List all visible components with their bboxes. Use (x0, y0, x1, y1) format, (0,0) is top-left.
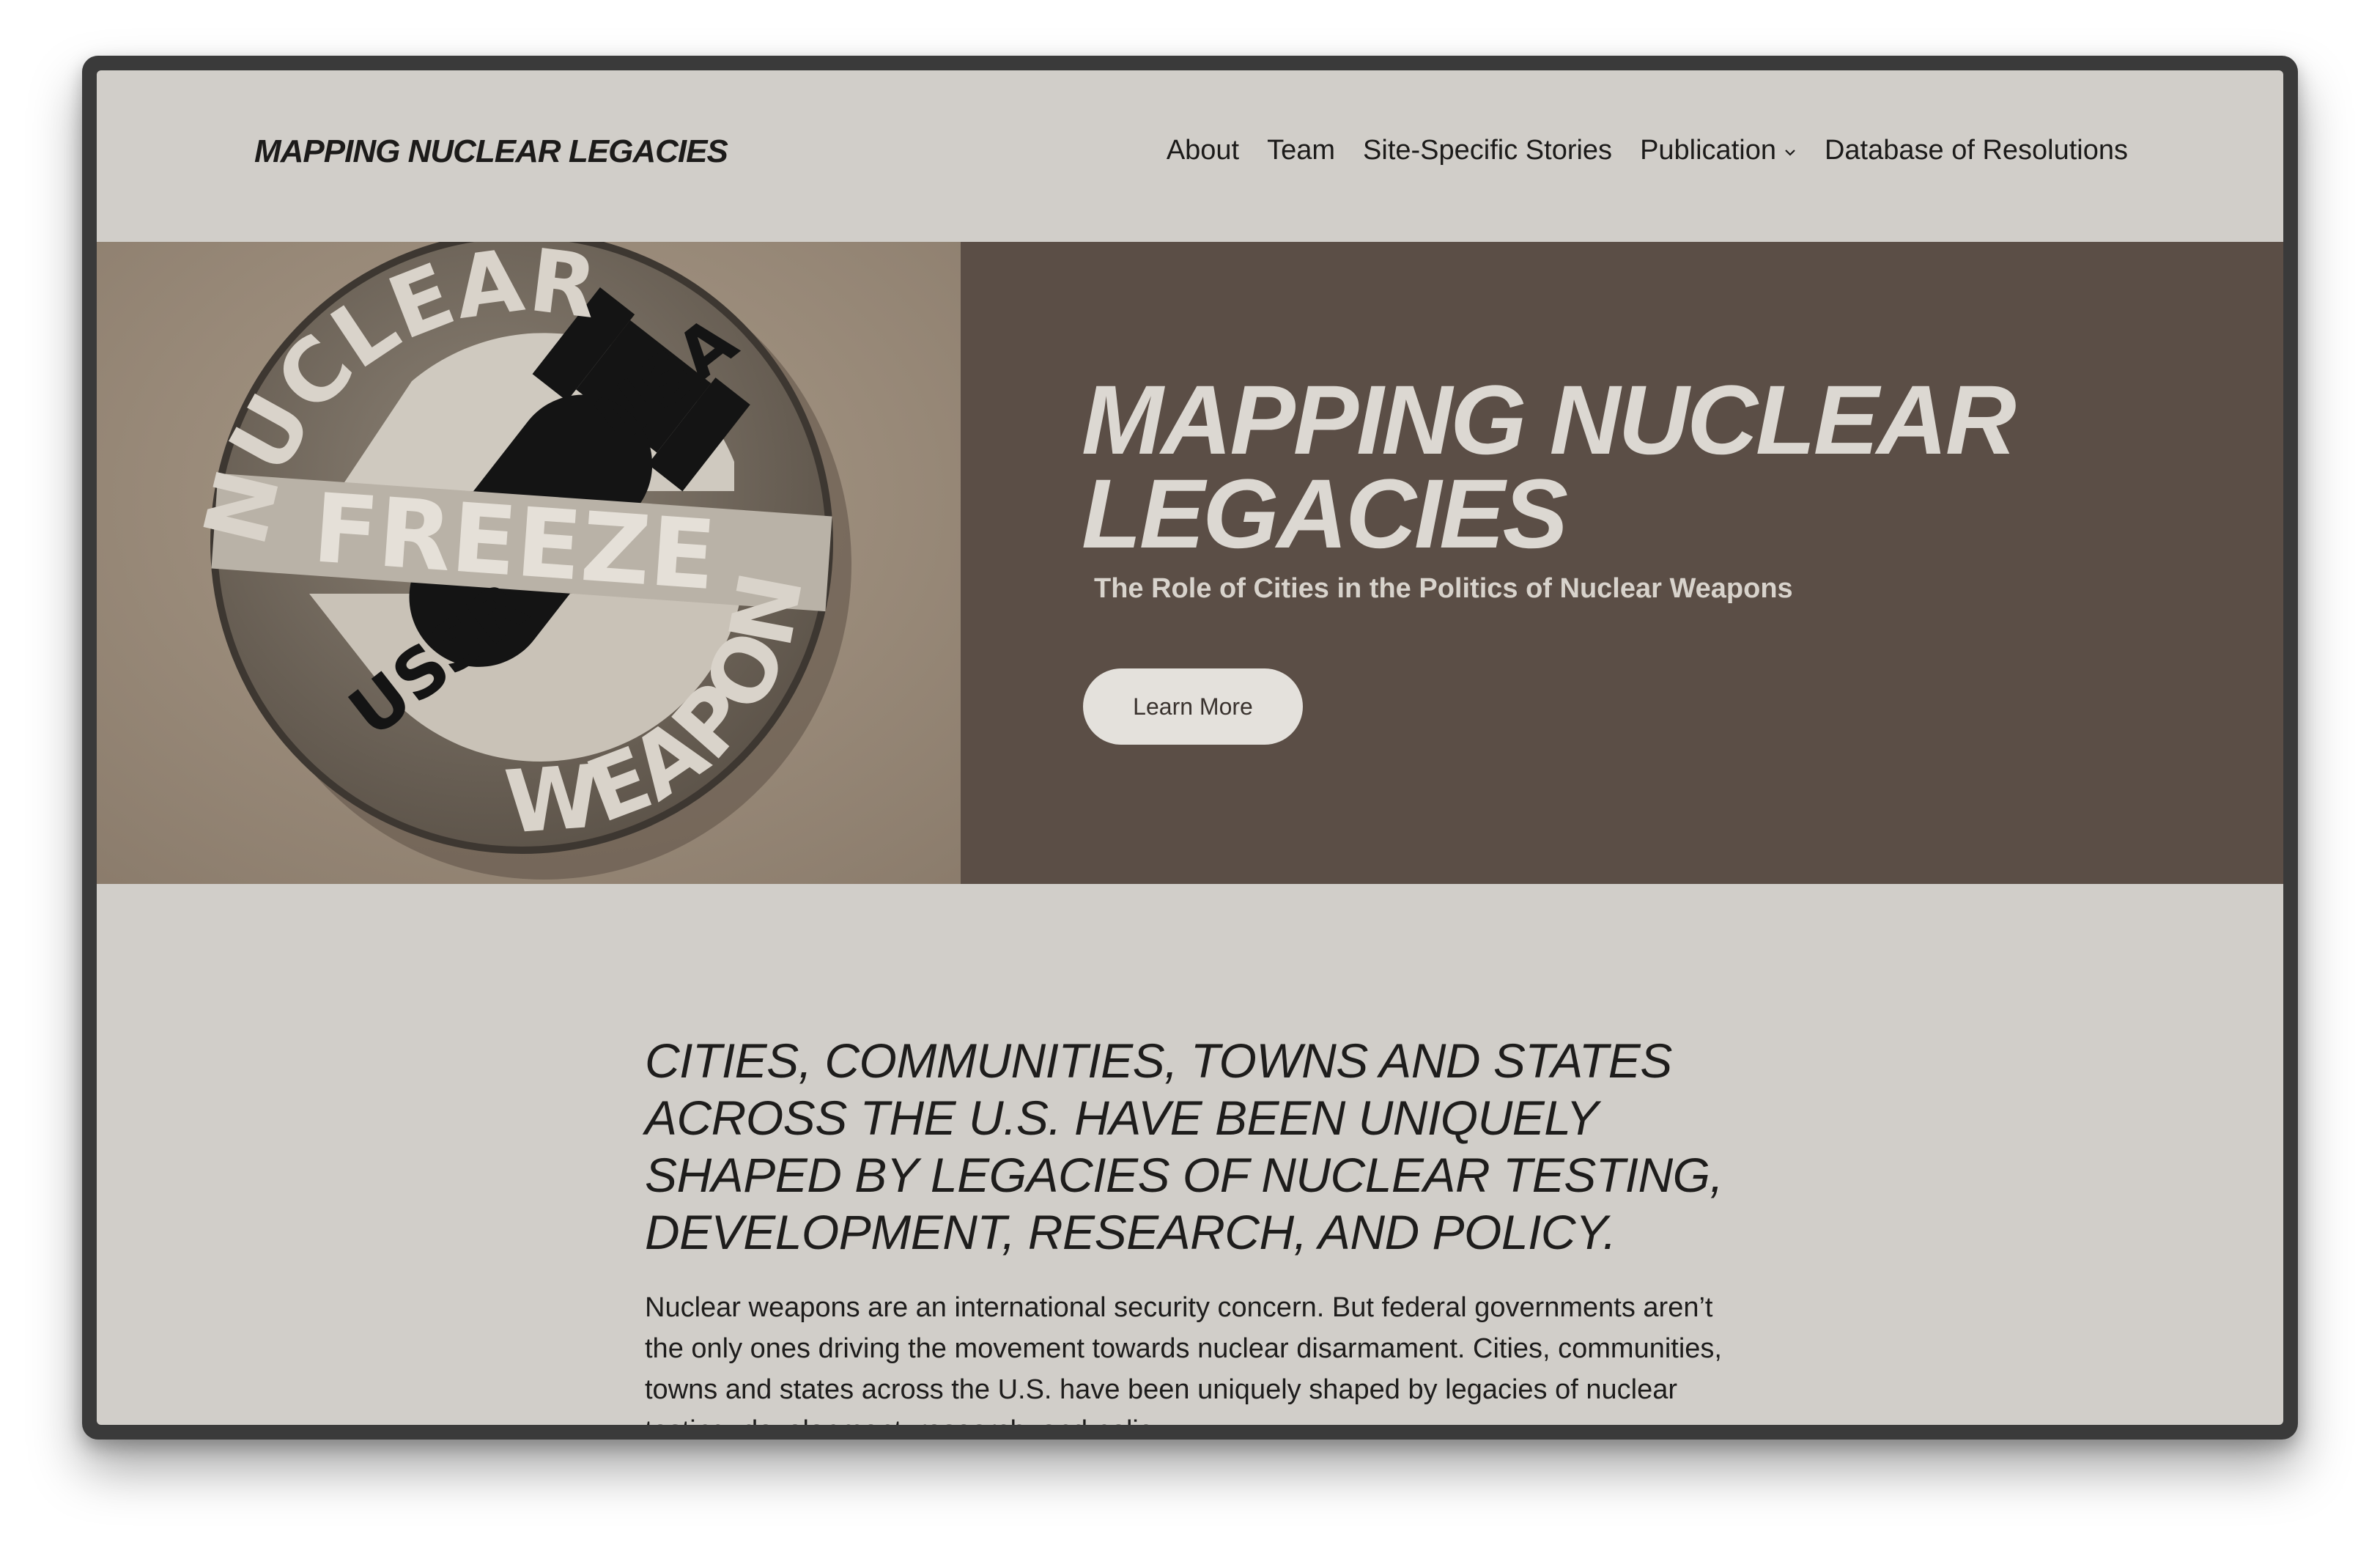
chevron-down-icon (1785, 149, 1795, 156)
site-title-link[interactable]: MAPPING NUCLEAR LEGACIES (254, 133, 728, 170)
nav-about[interactable]: About (1167, 135, 1239, 166)
hero-title: MAPPING NUCLEAR LEGACIES (1082, 366, 2017, 569)
main-nav: About Team Site-Specific Stories Publica… (1167, 135, 2128, 166)
hero-subtitle: The Role of Cities in the Politics of Nu… (1094, 573, 1793, 604)
intro-section: Cities, communities, towns and states ac… (645, 1032, 1729, 1425)
hero-panel: MAPPING NUCLEAR LEGACIES The Role of Cit… (961, 242, 2283, 884)
hero-section: FREEZE USA USSR NUCLEAR WEAPONS MAPPING … (97, 242, 2283, 884)
nav-publication[interactable]: Publication (1640, 135, 1797, 166)
nav-team[interactable]: Team (1267, 135, 1335, 166)
browser-window: MAPPING NUCLEAR LEGACIES About Team Site… (82, 56, 2298, 1440)
site-header: MAPPING NUCLEAR LEGACIES About Team Site… (97, 70, 2283, 242)
nav-publication-label: Publication (1640, 135, 1776, 166)
page-viewport[interactable]: MAPPING NUCLEAR LEGACIES About Team Site… (97, 70, 2283, 1425)
nav-site-specific-stories[interactable]: Site-Specific Stories (1363, 135, 1612, 166)
intro-heading: Cities, communities, towns and states ac… (645, 1033, 1723, 1259)
hero-image-freeze-button: FREEZE USA USSR NUCLEAR WEAPONS (97, 242, 961, 884)
nav-database-of-resolutions[interactable]: Database of Resolutions (1825, 135, 2128, 166)
learn-more-button[interactable]: Learn More (1083, 668, 1303, 745)
nuclear-freeze-badge-photo: FREEZE USA USSR NUCLEAR WEAPONS (97, 242, 961, 884)
intro-paragraph: Nuclear weapons are an international sec… (645, 1292, 1722, 1425)
